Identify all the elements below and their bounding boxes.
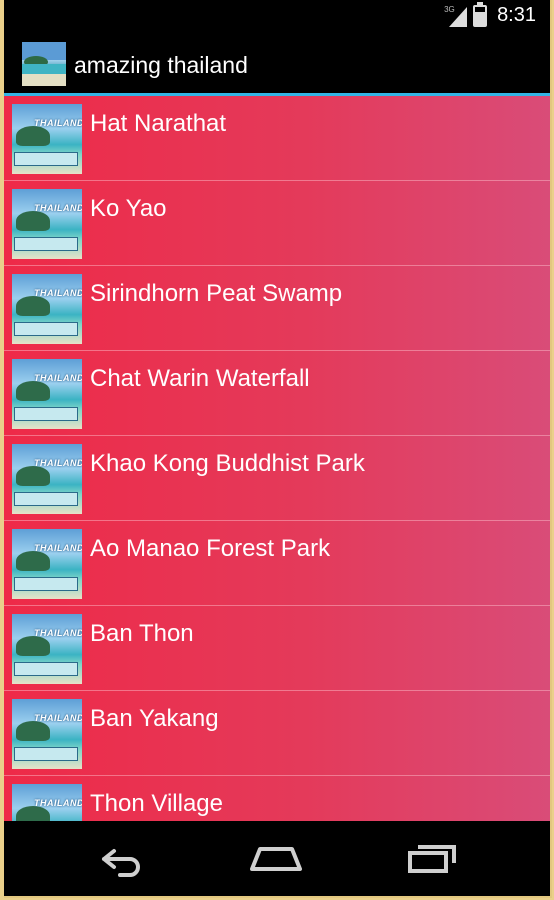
thumbnail-banner <box>14 152 78 166</box>
attractions-list[interactable]: THAILAND Hat Narathat THAILAND Ko Yao THAILA… <box>4 96 550 821</box>
thailand-beach-thumbnail-icon: THAILAND <box>12 104 82 174</box>
device-frame: 3G 8:31 amazing thailand THAILAND Hat Nar… <box>4 0 552 898</box>
list-item-label: Chat Warin Waterfall <box>90 365 310 392</box>
list-item-label: Ao Manao Forest Park <box>90 535 331 562</box>
thumbnail-logo-text: THAILAND <box>34 203 82 213</box>
list-item-label: Ko Yao <box>90 195 167 222</box>
list-item[interactable]: THAILAND Hat Narathat <box>4 96 550 181</box>
thumbnail-logo-text: THAILAND <box>34 628 82 638</box>
thumbnail-banner <box>14 492 78 506</box>
thailand-beach-thumbnail-icon: THAILAND <box>12 529 82 599</box>
thailand-beach-thumbnail-icon: THAILAND <box>12 274 82 344</box>
thailand-beach-thumbnail-icon: THAILAND <box>12 614 82 684</box>
home-icon[interactable] <box>246 839 306 879</box>
list-item-label: Ban Yakang <box>90 705 219 732</box>
thumbnail-banner <box>14 237 78 251</box>
thailand-beach-thumbnail-icon: THAILAND <box>12 359 82 429</box>
list-item[interactable]: THAILAND Ban Yakang <box>4 691 550 776</box>
battery-icon <box>473 1 488 27</box>
thumbnail-banner <box>14 747 78 761</box>
navigation-bar <box>4 821 550 896</box>
thumbnail-logo-text: THAILAND <box>34 288 82 298</box>
list-item[interactable]: THAILAND Sirindhorn Peat Swamp <box>4 266 550 351</box>
list-item-label: Khao Kong Buddhist Park <box>90 450 365 477</box>
thailand-beach-thumbnail-icon: THAILAND <box>12 189 82 259</box>
thailand-beach-thumbnail-icon: THAILAND <box>12 784 82 821</box>
thailand-beach-thumbnail-icon: THAILAND <box>12 699 82 769</box>
thailand-beach-thumbnail-icon: THAILAND <box>12 444 82 514</box>
thailand-beach-icon[interactable] <box>22 42 66 86</box>
list-item[interactable]: THAILAND Ban Thon <box>4 606 550 691</box>
recent-apps-icon[interactable] <box>402 839 462 879</box>
thumbnail-banner <box>14 577 78 591</box>
list-item-label: Hat Narathat <box>90 110 227 137</box>
list-item-label: Sirindhorn Peat Swamp <box>90 280 343 307</box>
thumbnail-logo-text: THAILAND <box>34 118 82 128</box>
action-bar: amazing thailand <box>4 30 550 96</box>
thumbnail-banner <box>14 322 78 336</box>
list-item[interactable]: THAILAND Thon Village <box>4 776 550 821</box>
thumbnail-logo-text: THAILAND <box>34 373 82 383</box>
network-type-label: 3G <box>444 4 455 14</box>
app-title: amazing thailand <box>74 52 248 78</box>
status-time: 8:31 <box>497 4 536 26</box>
back-icon[interactable] <box>90 839 150 879</box>
list-item-label: Thon Village <box>90 790 223 817</box>
thumbnail-logo-text: THAILAND <box>34 713 82 723</box>
thumbnail-banner <box>14 407 78 421</box>
thumbnail-logo-text: THAILAND <box>34 458 82 468</box>
list-item[interactable]: THAILAND Ko Yao <box>4 181 550 266</box>
thumbnail-banner <box>14 662 78 676</box>
thumbnail-logo-text: THAILAND <box>34 543 82 553</box>
list-item[interactable]: THAILAND Khao Kong Buddhist Park <box>4 436 550 521</box>
signal-icon: 3G <box>444 4 468 27</box>
thumbnail-logo-text: THAILAND <box>34 798 82 808</box>
status-bar: 3G 8:31 <box>4 0 550 30</box>
list-item[interactable]: THAILAND Chat Warin Waterfall <box>4 351 550 436</box>
list-item[interactable]: THAILAND Ao Manao Forest Park <box>4 521 550 606</box>
list-item-label: Ban Thon <box>90 620 194 647</box>
